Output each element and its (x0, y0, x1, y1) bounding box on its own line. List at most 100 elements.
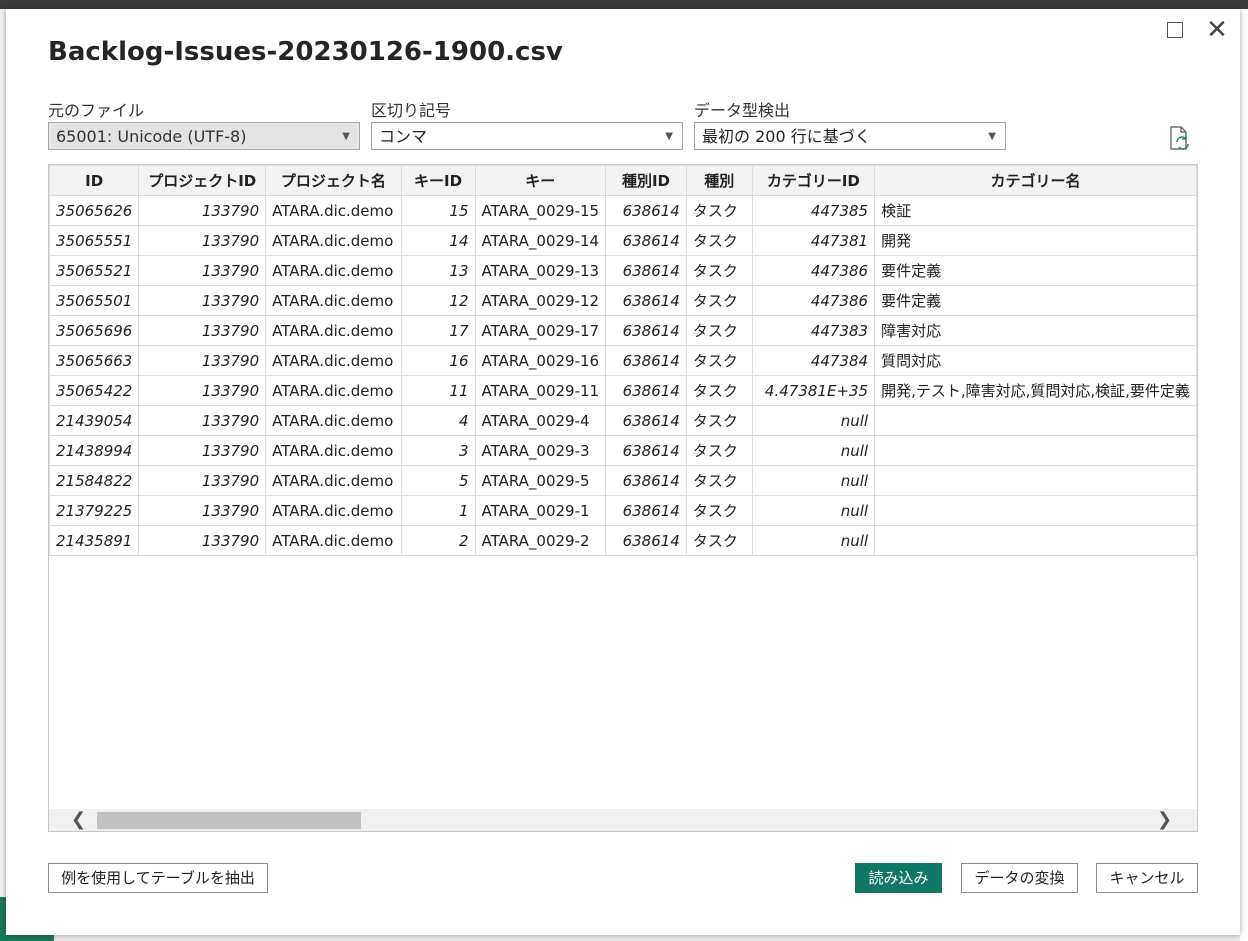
table-cell: タスク (685, 465, 753, 496)
refresh-icon[interactable] (1168, 126, 1192, 152)
table-cell: タスク (685, 195, 753, 226)
scroll-right-icon[interactable]: ❯ (1157, 809, 1172, 831)
column-header[interactable]: 種別 (685, 165, 753, 196)
horizontal-scrollbar[interactable]: ❮ ❯ (49, 809, 1197, 831)
table-cell: タスク (685, 375, 753, 406)
table-cell: ATARA.dic.demo (265, 345, 402, 376)
table-cell: 638614 (605, 405, 687, 436)
table-header-row: ID プロジェクトID プロジェクト名 キーID キー 種別ID 種別 カテゴリーID カテゴリ… (49, 165, 1197, 196)
column-header[interactable]: プロジェクト名 (265, 165, 402, 196)
table-cell: タスク (685, 405, 753, 436)
column-header[interactable]: 種別ID (605, 165, 687, 196)
table-cell: 35065501 (49, 285, 140, 316)
extract-table-button[interactable]: 例を使用してテーブルを抽出 (48, 863, 268, 893)
table-cell: 638614 (605, 345, 687, 376)
table-cell: タスク (685, 495, 753, 526)
chevron-down-icon: ▼ (665, 131, 673, 142)
table-cell: 638614 (605, 465, 687, 496)
table-cell: 11 (400, 375, 476, 406)
table-cell: ATARA.dic.demo (265, 525, 402, 556)
table-cell: 12 (400, 285, 476, 316)
table-cell: null (751, 435, 876, 466)
table-row: 21584822 133790 ATARA.dic.demo 5 ATARA_0029-… (49, 465, 1197, 496)
table-cell: ATARA_0029-17 (474, 315, 607, 346)
table-cell (874, 465, 1197, 496)
table-cell: ATARA_0029-11 (474, 375, 607, 406)
table-cell: 35065521 (49, 255, 140, 286)
table-cell: 133790 (138, 495, 267, 526)
scroll-left-icon[interactable]: ❮ (71, 809, 86, 831)
table-cell: 133790 (138, 195, 267, 226)
table-cell: 検証 (874, 195, 1197, 226)
table-row: 35065626 133790 ATARA.dic.demo 15 ATARA_0029… (49, 195, 1197, 226)
table-cell: ATARA.dic.demo (265, 315, 402, 346)
table-cell: 要件定義 (874, 255, 1197, 286)
table-row: 35065696 133790 ATARA.dic.demo 17 ATARA_0029… (49, 315, 1197, 346)
table-cell: 35065696 (49, 315, 140, 346)
table-cell: ATARA.dic.demo (265, 465, 402, 496)
table-cell: 開発,テスト,障害対応,質問対応,検証,要件定義 (874, 375, 1197, 406)
table-row: 35065422 133790 ATARA.dic.demo 11 ATARA_0029… (49, 375, 1197, 406)
table-cell: null (751, 525, 876, 556)
table-cell: 4 (400, 405, 476, 436)
table-cell (874, 525, 1197, 556)
table-cell: 35065663 (49, 345, 140, 376)
table-cell: 638614 (605, 255, 687, 286)
table-row: 21435891 133790 ATARA.dic.demo 2 ATARA_0029-… (49, 525, 1197, 556)
table-cell: 21439054 (49, 405, 140, 436)
table-cell: 133790 (138, 225, 267, 256)
table-cell: 638614 (605, 525, 687, 556)
table-cell: ATARA.dic.demo (265, 195, 402, 226)
table-cell: 638614 (605, 195, 687, 226)
delimiter-label: 区切り記号 (371, 101, 452, 120)
title-bar (0, 0, 1248, 9)
table-cell: 21584822 (49, 465, 140, 496)
table-cell: タスク (685, 435, 753, 466)
table-cell: 16 (400, 345, 476, 376)
file-origin-select[interactable]: 65001: Unicode (UTF-8) ▼ (48, 122, 360, 150)
cancel-button[interactable]: キャンセル (1096, 863, 1198, 893)
table-cell: 638614 (605, 375, 687, 406)
column-header[interactable]: キー (474, 165, 607, 196)
table-cell: 4.47381E+35 (751, 375, 876, 406)
table-row: 21439054 133790 ATARA.dic.demo 4 ATARA_0029-… (49, 405, 1197, 436)
table-cell: 35065422 (49, 375, 140, 406)
table-cell: 133790 (138, 435, 267, 466)
table-cell: 21435891 (49, 525, 140, 556)
table-cell: 447384 (751, 345, 876, 376)
file-origin-label: 元のファイル (48, 101, 145, 120)
type-detection-select[interactable]: 最初の 200 行に基づく ▼ (694, 122, 1006, 150)
column-header[interactable]: カテゴリーID (751, 165, 876, 196)
column-header[interactable]: キーID (400, 165, 476, 196)
close-icon[interactable]: ✕ (1206, 17, 1228, 43)
type-detection-value: 最初の 200 行に基づく (702, 127, 871, 146)
load-button[interactable]: 読み込み (855, 863, 942, 893)
table-cell: null (751, 405, 876, 436)
table-cell: 447386 (751, 285, 876, 316)
scrollbar-thumb[interactable] (97, 812, 361, 829)
table-cell: ATARA_0029-1 (474, 495, 607, 526)
column-header[interactable]: プロジェクトID (138, 165, 267, 196)
table-cell: タスク (685, 345, 753, 376)
table-cell: 2 (400, 525, 476, 556)
table-cell: 開発 (874, 225, 1197, 256)
delimiter-select[interactable]: コンマ ▼ (371, 122, 683, 150)
table-cell: タスク (685, 285, 753, 316)
column-header[interactable]: カテゴリー名 (874, 165, 1197, 196)
table-row: 35065663 133790 ATARA.dic.demo 16 ATARA_0029… (49, 345, 1197, 376)
table-cell: 3 (400, 435, 476, 466)
chevron-down-icon: ▼ (342, 131, 350, 142)
table-cell: 13 (400, 255, 476, 286)
table-cell: 133790 (138, 525, 267, 556)
table-cell: 質問対応 (874, 345, 1197, 376)
maximize-icon[interactable] (1164, 19, 1186, 41)
table-cell: 15 (400, 195, 476, 226)
table-cell: 1 (400, 495, 476, 526)
table-cell: 133790 (138, 255, 267, 286)
table-cell: タスク (685, 525, 753, 556)
chevron-down-icon: ▼ (988, 131, 996, 142)
table-cell: 638614 (605, 225, 687, 256)
transform-data-button[interactable]: データの変換 (961, 863, 1078, 893)
column-header[interactable]: ID (49, 165, 140, 196)
table-cell: 133790 (138, 315, 267, 346)
